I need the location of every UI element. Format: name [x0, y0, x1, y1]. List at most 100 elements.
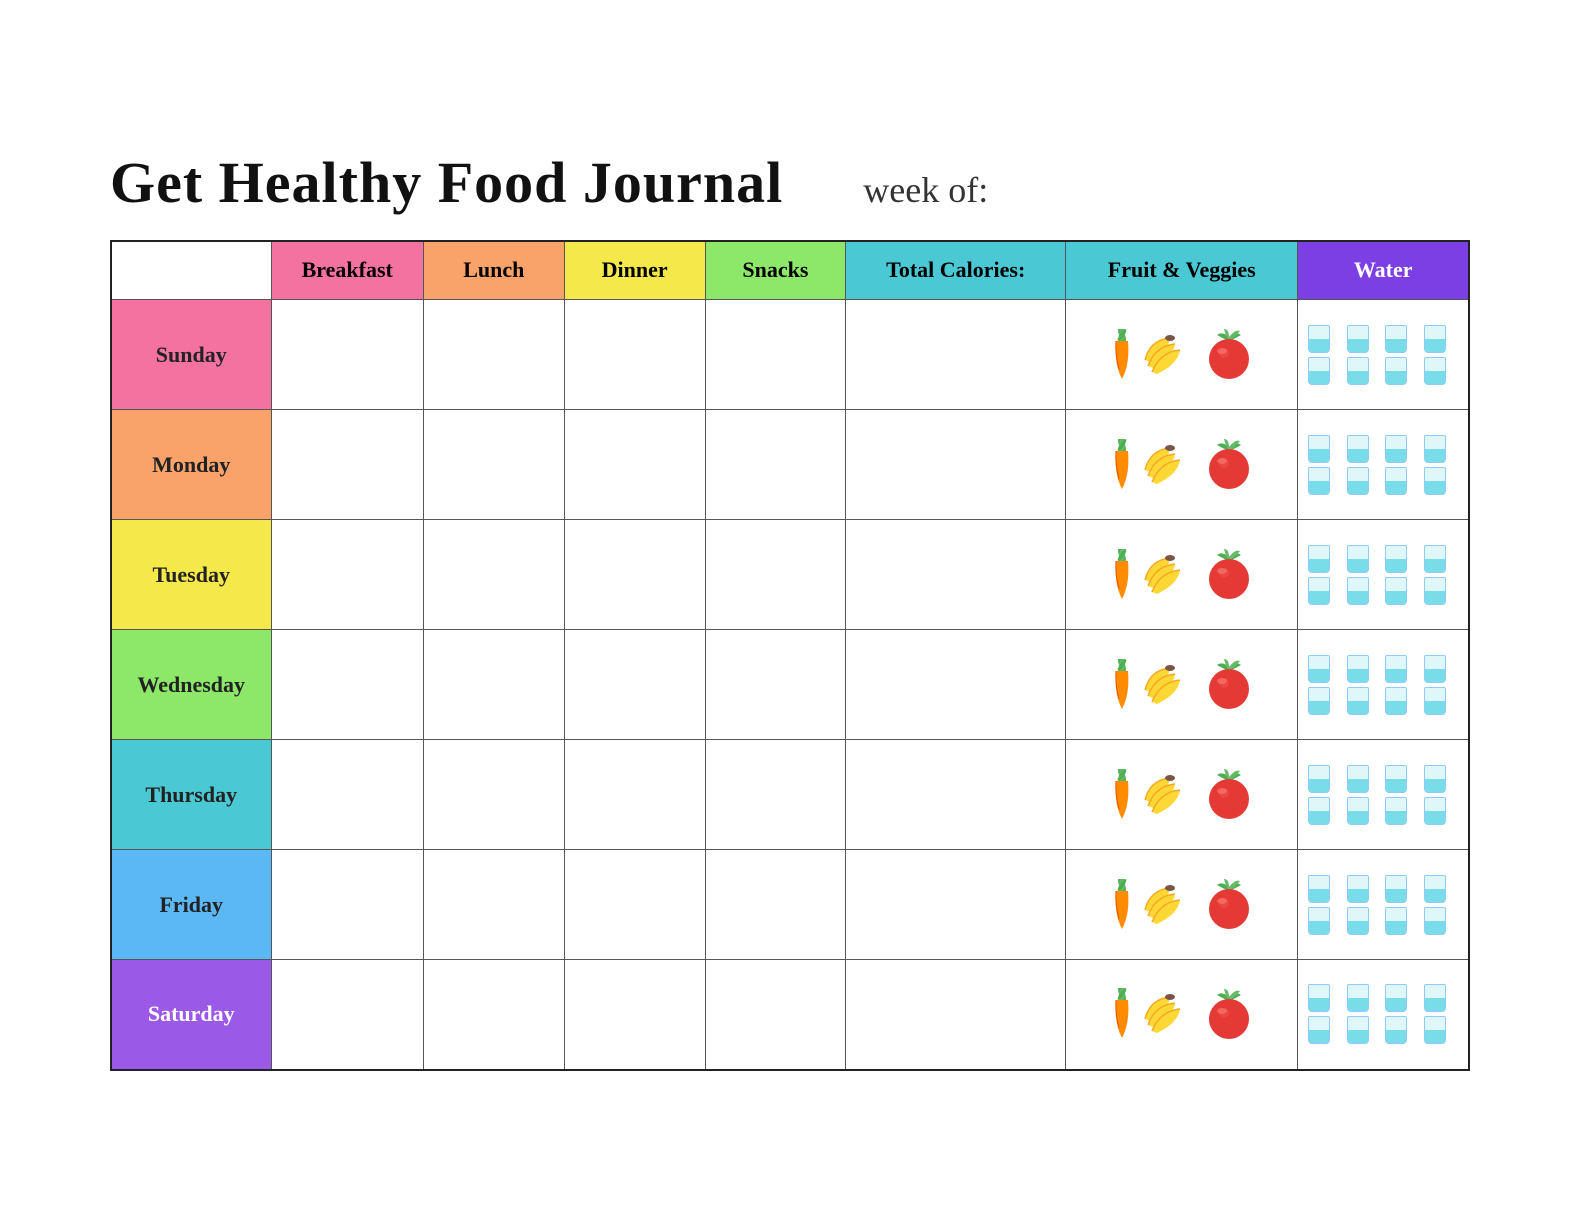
lunch-cell-thursday[interactable] [423, 740, 564, 850]
col-header-lunch: Lunch [423, 241, 564, 299]
day-cell-wednesday: Wednesday [111, 630, 271, 740]
water-glass-icon [1308, 797, 1330, 825]
calories-cell-friday[interactable] [846, 850, 1066, 960]
breakfast-cell-tuesday[interactable] [271, 520, 423, 630]
breakfast-cell-monday[interactable] [271, 410, 423, 520]
dinner-cell-saturday[interactable] [564, 960, 705, 1070]
breakfast-cell-thursday[interactable] [271, 740, 423, 850]
col-header-fruits: Fruit & Veggies [1066, 241, 1298, 299]
water-glass-icon [1385, 765, 1407, 793]
water-glass-icon [1347, 357, 1369, 385]
water-glass-icon [1308, 875, 1330, 903]
snacks-cell-sunday[interactable] [705, 300, 846, 410]
water-glass-icon [1424, 467, 1446, 495]
water-glass-icon [1347, 875, 1369, 903]
header: Get Healthy Food Journal week of: [110, 149, 1470, 216]
breakfast-cell-friday[interactable] [271, 850, 423, 960]
dinner-cell-wednesday[interactable] [564, 630, 705, 740]
week-of-label: week of: [863, 169, 988, 211]
water-glass-icon [1347, 765, 1369, 793]
water-glass-icon [1385, 577, 1407, 605]
table-row: Tuesday [111, 520, 1469, 630]
snacks-cell-wednesday[interactable] [705, 630, 846, 740]
water-glass-icon [1385, 655, 1407, 683]
col-header-snacks: Snacks [705, 241, 846, 299]
lunch-cell-saturday[interactable] [423, 960, 564, 1070]
fruits-cell-tuesday [1066, 520, 1298, 630]
dinner-cell-friday[interactable] [564, 850, 705, 960]
water-glass-icon [1308, 577, 1330, 605]
breakfast-cell-sunday[interactable] [271, 300, 423, 410]
water-glass-icon [1424, 984, 1446, 1012]
water-glass-icon [1308, 325, 1330, 353]
water-glass-icon [1424, 765, 1446, 793]
calories-cell-wednesday[interactable] [846, 630, 1066, 740]
water-cell-sunday [1298, 300, 1469, 410]
table-row: Thursday [111, 740, 1469, 850]
food-journal-table: Breakfast Lunch Dinner Snacks Total Calo… [110, 240, 1470, 1070]
water-glass-icon [1424, 1016, 1446, 1044]
fruits-cell-friday [1066, 850, 1298, 960]
fruits-cell-sunday [1066, 300, 1298, 410]
water-glass-icon [1385, 907, 1407, 935]
water-glass-icon [1308, 545, 1330, 573]
water-glass-icon [1347, 467, 1369, 495]
calories-cell-monday[interactable] [846, 410, 1066, 520]
water-glass-icon [1385, 687, 1407, 715]
fruits-cell-saturday [1066, 960, 1298, 1070]
water-cell-wednesday [1298, 630, 1469, 740]
lunch-cell-sunday[interactable] [423, 300, 564, 410]
water-glass-icon [1308, 357, 1330, 385]
water-glass-icon [1347, 655, 1369, 683]
water-glass-icon [1424, 687, 1446, 715]
col-header-dinner: Dinner [564, 241, 705, 299]
table-row: Wednesday [111, 630, 1469, 740]
water-glass-icon [1385, 875, 1407, 903]
water-cell-tuesday [1298, 520, 1469, 630]
breakfast-cell-saturday[interactable] [271, 960, 423, 1070]
water-glass-icon [1424, 875, 1446, 903]
snacks-cell-friday[interactable] [705, 850, 846, 960]
snacks-cell-saturday[interactable] [705, 960, 846, 1070]
calories-cell-tuesday[interactable] [846, 520, 1066, 630]
lunch-cell-tuesday[interactable] [423, 520, 564, 630]
table-row: Friday [111, 850, 1469, 960]
table-row: Saturday [111, 960, 1469, 1070]
col-header-breakfast: Breakfast [271, 241, 423, 299]
water-glass-icon [1424, 357, 1446, 385]
water-glass-icon [1424, 325, 1446, 353]
calories-cell-sunday[interactable] [846, 300, 1066, 410]
water-glass-icon [1385, 545, 1407, 573]
breakfast-cell-wednesday[interactable] [271, 630, 423, 740]
page-title: Get Healthy Food Journal [110, 149, 783, 216]
day-cell-saturday: Saturday [111, 960, 271, 1070]
water-glass-icon [1385, 357, 1407, 385]
snacks-cell-thursday[interactable] [705, 740, 846, 850]
dinner-cell-thursday[interactable] [564, 740, 705, 850]
water-glass-icon [1424, 907, 1446, 935]
lunch-cell-wednesday[interactable] [423, 630, 564, 740]
day-cell-thursday: Thursday [111, 740, 271, 850]
water-glass-icon [1308, 687, 1330, 715]
water-glass-icon [1347, 984, 1369, 1012]
dinner-cell-monday[interactable] [564, 410, 705, 520]
col-header-water: Water [1298, 241, 1469, 299]
water-glass-icon [1347, 687, 1369, 715]
page: Get Healthy Food Journal week of: Breakf… [50, 109, 1530, 1110]
water-glass-icon [1385, 1016, 1407, 1044]
water-glass-icon [1308, 765, 1330, 793]
snacks-cell-tuesday[interactable] [705, 520, 846, 630]
dinner-cell-tuesday[interactable] [564, 520, 705, 630]
snacks-cell-monday[interactable] [705, 410, 846, 520]
lunch-cell-monday[interactable] [423, 410, 564, 520]
calories-cell-saturday[interactable] [846, 960, 1066, 1070]
water-glass-icon [1347, 797, 1369, 825]
water-cell-friday [1298, 850, 1469, 960]
water-glass-icon [1385, 797, 1407, 825]
calories-cell-thursday[interactable] [846, 740, 1066, 850]
water-glass-icon [1385, 984, 1407, 1012]
dinner-cell-sunday[interactable] [564, 300, 705, 410]
day-cell-friday: Friday [111, 850, 271, 960]
lunch-cell-friday[interactable] [423, 850, 564, 960]
fruits-cell-monday [1066, 410, 1298, 520]
